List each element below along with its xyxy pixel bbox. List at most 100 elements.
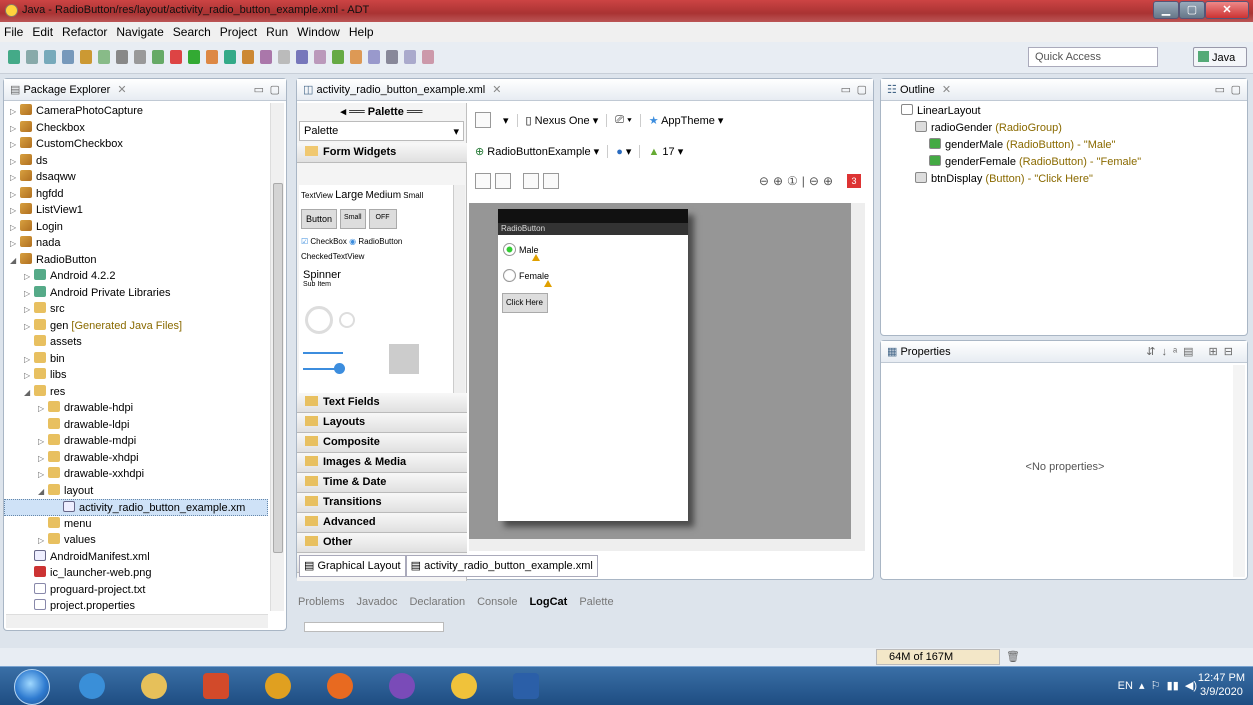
save-icon[interactable] xyxy=(26,50,38,64)
collapsed-arrow-icon[interactable]: ▷ xyxy=(10,170,20,187)
menu-project[interactable]: Project xyxy=(220,25,257,39)
palette-category[interactable]: Images & Media xyxy=(297,453,467,473)
maximize-icon[interactable]: ▢ xyxy=(1231,83,1241,96)
locale-select[interactable]: ● ▾ xyxy=(607,144,631,158)
tree-item[interactable]: proguard-project.txt xyxy=(4,582,268,599)
tab-properties[interactable]: ▦ Properties ⇵↓ᵃ▤ ⊞⊟ xyxy=(881,341,1247,363)
properties-toolbar-icons[interactable]: ⇵↓ᵃ▤ ⊞⊟ xyxy=(1146,345,1239,358)
tree-item[interactable]: drawable-ldpi xyxy=(4,417,268,434)
tree-item[interactable]: ▷ Checkbox xyxy=(4,120,268,137)
properties-scrollbar[interactable] xyxy=(1233,365,1245,577)
collapsed-arrow-icon[interactable]: ▷ xyxy=(38,434,48,451)
external-icon[interactable] xyxy=(152,50,164,64)
palette-select[interactable]: Palette ▾ xyxy=(299,121,464,141)
theme-select[interactable]: ★ AppTheme ▾ xyxy=(639,113,723,127)
close-icon[interactable]: ✕ xyxy=(117,84,126,96)
firefox-taskbar-button[interactable] xyxy=(314,669,366,704)
outline-node[interactable]: genderMale (RadioButton) - "Male" xyxy=(885,137,1243,154)
office-taskbar-button[interactable] xyxy=(190,669,242,704)
annotation-icon[interactable] xyxy=(260,50,272,64)
run-icon[interactable] xyxy=(134,50,146,64)
tree-item[interactable]: ▷ ds xyxy=(4,153,268,170)
menu-refactor[interactable]: Refactor xyxy=(62,25,107,39)
device-select[interactable]: ▯ Nexus One ▾ xyxy=(516,113,598,127)
tab-outline[interactable]: ☷ Outline ✕ ▭ ▢ xyxy=(881,79,1247,101)
collapsed-arrow-icon[interactable]: ▷ xyxy=(24,368,34,385)
widget-small-button[interactable]: Small xyxy=(340,209,366,229)
expanded-arrow-icon[interactable]: ◢ xyxy=(38,484,48,501)
menu-edit[interactable]: Edit xyxy=(32,25,53,39)
outline-node[interactable]: btnDisplay (Button) - "Click Here" xyxy=(885,171,1243,188)
adt-taskbar-button[interactable] xyxy=(438,669,490,704)
mark-icon[interactable] xyxy=(404,50,416,64)
collapsed-arrow-icon[interactable]: ▷ xyxy=(38,467,48,484)
tree-item[interactable]: ▷ values xyxy=(4,532,268,549)
search-icon[interactable] xyxy=(224,50,236,64)
tab-editor[interactable]: ◫ activity_radio_button_example.xml ✕ ▭ … xyxy=(297,79,873,101)
tree-item[interactable]: ▷ Login xyxy=(4,219,268,236)
quick-access-input[interactable]: Quick Access xyxy=(1028,47,1158,67)
word-taskbar-button[interactable] xyxy=(500,669,552,704)
tree-item[interactable]: ic_launcher-web.png xyxy=(4,565,268,582)
start-button[interactable] xyxy=(14,669,50,705)
prev-icon[interactable] xyxy=(296,50,308,64)
radio-male[interactable]: Male xyxy=(503,243,688,256)
tree-item[interactable]: ◢ layout xyxy=(4,483,268,500)
expanded-arrow-icon[interactable]: ◢ xyxy=(10,253,20,270)
api-select[interactable]: ▲ 17 ▾ xyxy=(639,144,683,158)
next-icon[interactable] xyxy=(278,50,290,64)
explorer-taskbar-button[interactable] xyxy=(128,669,180,704)
tree-item[interactable]: project.properties xyxy=(4,598,268,611)
tree-item[interactable]: activity_radio_button_example.xm xyxy=(4,499,268,516)
height-toggle-icon[interactable] xyxy=(543,173,559,189)
java-perspective-button[interactable]: Java xyxy=(1193,47,1247,67)
ext-tool-icon[interactable] xyxy=(170,50,182,64)
new-android-icon[interactable] xyxy=(80,50,92,64)
minimize-icon[interactable]: ▭ xyxy=(254,83,264,96)
collapsed-arrow-icon[interactable]: ▷ xyxy=(10,203,20,220)
tree-hscrollbar[interactable] xyxy=(6,614,268,628)
tab-palette[interactable]: Palette xyxy=(579,596,613,608)
new-icon[interactable] xyxy=(8,50,20,64)
menu-run[interactable]: Run xyxy=(266,25,288,39)
tree-item[interactable]: ▷ CameraPhotoCapture xyxy=(4,103,268,120)
ie-taskbar-button[interactable] xyxy=(66,669,118,704)
click-here-button[interactable]: Click Here xyxy=(502,293,548,313)
tree-item[interactable]: AndroidManifest.xml xyxy=(4,549,268,566)
close-button[interactable]: ✕ xyxy=(1205,1,1249,19)
collapsed-arrow-icon[interactable]: ▷ xyxy=(10,121,20,138)
collapsed-arrow-icon[interactable]: ▷ xyxy=(10,137,20,154)
sdk-icon[interactable] xyxy=(98,50,110,64)
palette-category[interactable]: Advanced xyxy=(297,513,467,533)
palette-category[interactable]: Text Fields xyxy=(297,393,467,413)
collapsed-arrow-icon[interactable]: ▷ xyxy=(10,236,20,253)
radio-female[interactable]: Female xyxy=(503,269,688,282)
minimize-icon[interactable]: ▭ xyxy=(841,83,851,96)
collapsed-arrow-icon[interactable]: ▷ xyxy=(38,533,48,550)
layout-canvas[interactable]: RadioButton Male Female Click Here xyxy=(469,203,865,539)
layout-mode-icon[interactable] xyxy=(475,173,491,189)
tree-item[interactable]: ◢ res xyxy=(4,384,268,401)
maximize-button[interactable]: ▢ xyxy=(1179,1,1205,19)
tree-item[interactable]: ▷ src xyxy=(4,301,268,318)
tree-item[interactable]: ▷ dsaqww xyxy=(4,169,268,186)
collapsed-arrow-icon[interactable]: ▷ xyxy=(38,451,48,468)
save-all-icon[interactable] xyxy=(44,50,56,64)
chrome-taskbar-button[interactable] xyxy=(252,669,304,704)
activity-select[interactable]: ⊕ RadioButtonExample ▾ xyxy=(475,145,599,158)
logcat-filter-input[interactable] xyxy=(304,622,444,632)
palette-category[interactable]: Layouts xyxy=(297,413,467,433)
tree-item[interactable]: ▷ gen [Generated Java Files] xyxy=(4,318,268,335)
collapsed-arrow-icon[interactable]: ▷ xyxy=(10,154,20,171)
back-icon[interactable] xyxy=(314,50,326,64)
tree-item[interactable]: ▷ drawable-mdpi xyxy=(4,433,268,450)
palette-category[interactable]: Time & Date xyxy=(297,473,467,493)
menu-help[interactable]: Help xyxy=(349,25,374,39)
palette-category[interactable]: Composite xyxy=(297,433,467,453)
canvas-scrollbar[interactable] xyxy=(851,203,865,539)
zoom-icons[interactable]: ⊖⊕①|⊖⊕ xyxy=(759,174,837,188)
tree-item[interactable]: ▷ ListView1 xyxy=(4,202,268,219)
collapsed-arrow-icon[interactable]: ▷ xyxy=(10,220,20,237)
collapsed-arrow-icon[interactable]: ▷ xyxy=(24,286,34,303)
history-icon[interactable] xyxy=(422,50,434,64)
